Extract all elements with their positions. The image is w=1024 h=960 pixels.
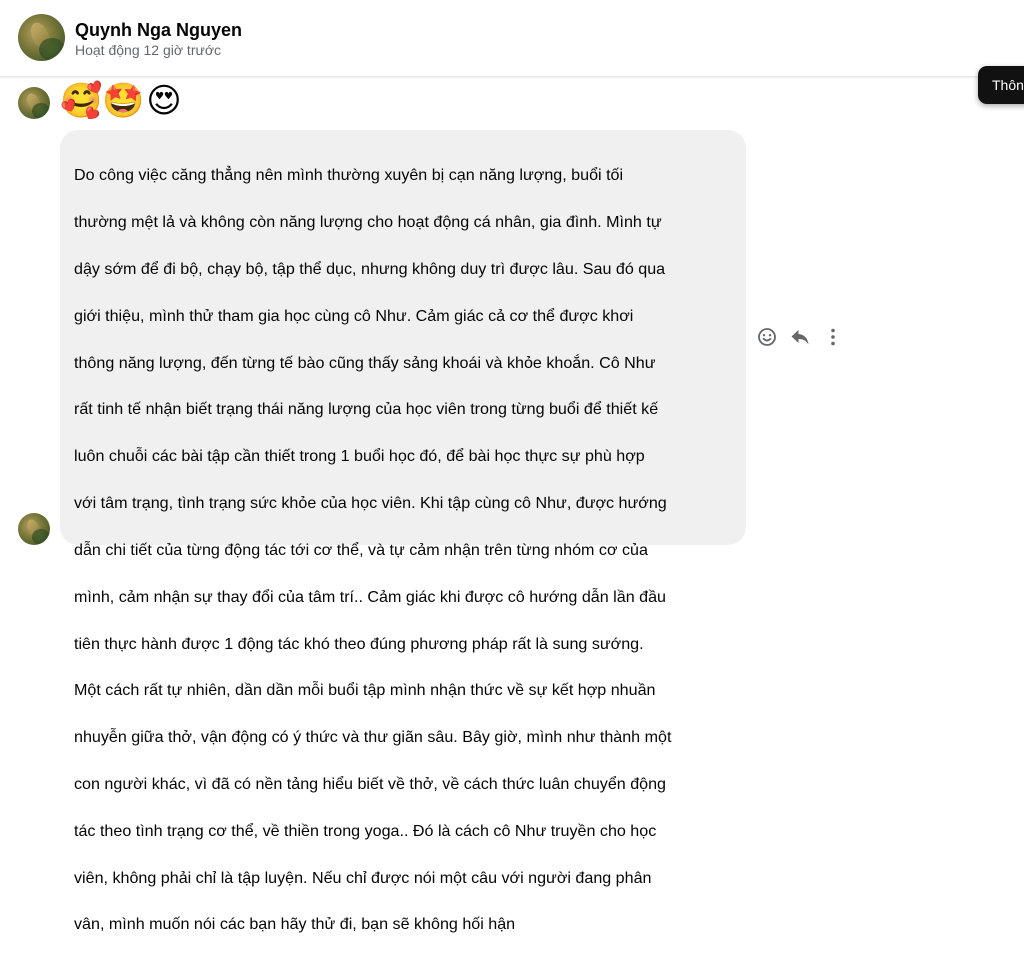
message-line: Do công việc căng thẳng nên mình thường … <box>74 166 624 185</box>
message-line: viên, không phải chỉ là tập luyện. Nếu c… <box>74 868 652 887</box>
message-text: Do công việc căng thẳng nên mình thường … <box>74 141 732 960</box>
conversation-header: Quynh Nga Nguyen Hoạt động 12 giờ trước <box>0 0 1024 77</box>
message-line: vân, mình muốn nói các bạn hãy thử đi, b… <box>74 915 516 934</box>
avatar-image-shade <box>39 37 65 61</box>
message-line: mình, cảm nhận sự thay đổi của tâm trí..… <box>74 587 666 606</box>
avatar-image-shade <box>32 103 50 119</box>
message-bubble[interactable]: Do công việc căng thẳng nên mình thường … <box>60 130 746 933</box>
message-line: rất tinh tế nhận biết trạng thái năng lư… <box>74 400 659 419</box>
message-line: Một cách rất tự nhiên, dần dần mỗi buổi … <box>74 681 656 700</box>
more-dots-icon[interactable] <box>822 326 844 348</box>
message-line: dậy sớm để đi bộ, chạy bộ, tập thể dục, … <box>74 260 666 279</box>
sender-avatar[interactable] <box>18 513 50 545</box>
smiling-face-with-hearts-emoji: 🥰 <box>60 81 103 121</box>
message-line: dẫn chi tiết của từng động tác tới cơ th… <box>74 540 648 559</box>
avatar-image-shade <box>32 529 50 545</box>
message-actions <box>756 326 855 348</box>
smiley-icon[interactable] <box>756 326 778 348</box>
message-line: nhuyễn giữa thở, vận động có ý thức và t… <box>74 728 672 747</box>
message-line: giới thiệu, mình thử tham gia học cùng c… <box>74 306 634 325</box>
message-line: tiên thực hành được 1 động tác khó theo … <box>74 634 644 653</box>
sender-avatar[interactable] <box>18 87 50 119</box>
contact-name[interactable]: Quynh Nga Nguyen <box>75 20 242 41</box>
message-line: tác theo tình trạng cơ thể, về thiền tro… <box>74 821 657 840</box>
emoji-message[interactable]: 🥰 🤩 😍 <box>60 80 184 122</box>
heart-eyes-emoji: 😍 <box>146 81 182 121</box>
tooltip-label: Thôn <box>992 77 1024 93</box>
reply-icon[interactable] <box>789 326 811 348</box>
activity-status: Hoạt động 12 giờ trước <box>75 42 222 58</box>
message-line: luôn chuỗi các bài tập cần thiết trong 1… <box>74 447 645 466</box>
message-line: thường mệt lả và không còn năng lượng ch… <box>74 213 662 232</box>
message-line: với tâm trạng, tình trạng sức khỏe của h… <box>74 494 667 513</box>
contact-avatar[interactable] <box>18 14 65 61</box>
info-tooltip-button[interactable]: Thôn <box>978 66 1024 104</box>
message-line: thông năng lượng, đến từng tế bào cũng t… <box>74 353 656 372</box>
star-struck-emoji: 🤩 <box>102 81 145 121</box>
message-line: con người khác, vì đã có nền tảng hiểu b… <box>74 774 667 793</box>
